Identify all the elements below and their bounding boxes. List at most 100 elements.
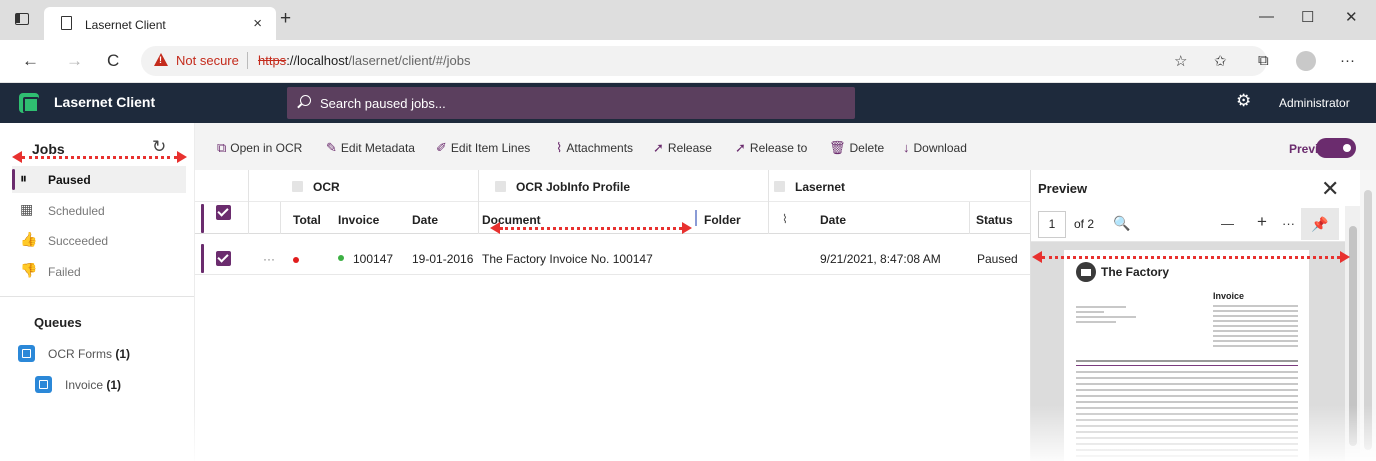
- document-heading: Invoice: [1213, 291, 1245, 301]
- document-text-line: [1076, 449, 1298, 451]
- row-more-menu[interactable]: ···: [263, 252, 275, 266]
- preview-toggle[interactable]: [1316, 138, 1356, 158]
- settings-gear-icon[interactable]: ⚙: [1236, 91, 1251, 111]
- minimize-button[interactable]: —: [1259, 8, 1274, 25]
- release-to-button[interactable]: ➚ Release to: [735, 140, 807, 156]
- selection-indicator: [201, 244, 204, 273]
- profile-avatar[interactable]: [1296, 51, 1316, 71]
- document-viewer: The Factory Invoice: [1031, 242, 1361, 461]
- row-checkbox[interactable]: [216, 251, 231, 266]
- zoom-in-button[interactable]: +: [1257, 212, 1267, 232]
- sidebar-item-failed[interactable]: 👎 Failed: [12, 258, 186, 285]
- column-divider: [969, 202, 970, 234]
- search-icon[interactable]: 🔍: [1113, 215, 1130, 232]
- column-status[interactable]: Status: [976, 213, 1013, 227]
- queue-ocr-forms[interactable]: OCR Forms (1): [18, 343, 178, 365]
- new-tab-button[interactable]: +: [280, 8, 291, 30]
- group-header-lasernet[interactable]: Lasernet: [773, 180, 845, 194]
- tab-actions-icon[interactable]: [15, 13, 29, 25]
- sidebar-item-succeeded[interactable]: 👍 Succeeded: [12, 227, 186, 254]
- refresh-icon[interactable]: ↻: [152, 137, 166, 157]
- document-text-line: [1213, 330, 1298, 332]
- page-number-input[interactable]: 1: [1038, 211, 1066, 238]
- column-resize-handle[interactable]: [695, 210, 697, 226]
- queue-cube-icon: [18, 345, 35, 362]
- not-secure-label[interactable]: Not secure: [176, 53, 239, 68]
- document-text-line: [1076, 419, 1298, 421]
- column-invoice[interactable]: Invoice: [338, 213, 379, 227]
- document-text-line: [1076, 413, 1298, 415]
- sidebar-resize-arrow: [12, 151, 187, 163]
- cell-status: Paused: [977, 252, 1018, 266]
- back-button[interactable]: ←: [22, 51, 39, 71]
- favorites-icon[interactable]: ✩: [1214, 52, 1227, 70]
- delete-button[interactable]: 🗑 Delete: [829, 140, 884, 156]
- edit-item-lines-button[interactable]: ✐ Edit Item Lines: [436, 140, 530, 156]
- document-text-line: [1076, 311, 1104, 313]
- selection-indicator: [201, 204, 204, 233]
- preview-resize-arrow: [1032, 251, 1350, 263]
- sidebar-divider: [0, 296, 194, 297]
- column-divider: [768, 170, 769, 234]
- collections-icon[interactable]: ⧉: [1258, 52, 1269, 69]
- preview-more-button[interactable]: ···: [1282, 216, 1295, 231]
- url-field[interactable]: Not secure https://localhost/lasernet/cl…: [141, 46, 1267, 76]
- tab-close-button[interactable]: ×: [253, 15, 262, 32]
- group-header-ocr[interactable]: OCR: [292, 180, 340, 194]
- column-divider: [280, 202, 281, 234]
- attachments-label: Attachments: [566, 141, 634, 155]
- column-folder[interactable]: Folder: [704, 213, 741, 227]
- document-text-line: [1076, 407, 1298, 409]
- table-row[interactable]: ··· 100147 19-01-2016 The Factory Invoic…: [195, 243, 1030, 275]
- cell-date: 19-01-2016: [412, 252, 474, 266]
- browser-tab-bar: Lasernet Client × + — ☐ ✕: [0, 0, 1376, 40]
- zoom-out-button[interactable]: —: [1221, 216, 1234, 231]
- document-text-line: [1076, 389, 1298, 391]
- preview-scrollbar[interactable]: [1345, 206, 1361, 461]
- warning-icon: [154, 53, 168, 66]
- release-button[interactable]: ➚ Release: [653, 140, 712, 156]
- document-company: The Factory: [1101, 265, 1170, 279]
- download-button[interactable]: ↓ Download: [903, 140, 967, 155]
- page-icon: [61, 16, 72, 30]
- column-lasernet-date[interactable]: Date: [820, 213, 846, 227]
- reload-button[interactable]: C: [107, 51, 119, 71]
- document-table-header: [1076, 360, 1298, 362]
- user-name[interactable]: Administrator: [1279, 96, 1350, 110]
- document-text-line: [1213, 340, 1298, 342]
- lasernet-logo-icon: [19, 93, 39, 113]
- browser-tab[interactable]: Lasernet Client ×: [44, 7, 276, 40]
- sidebar-item-paused[interactable]: ⏸ Paused: [12, 166, 186, 193]
- pin-icon[interactable]: 📌: [1301, 208, 1339, 240]
- release-label: Release: [667, 141, 712, 155]
- attachments-button[interactable]: ⌇ Attachments: [556, 140, 633, 156]
- column-date[interactable]: Date: [412, 213, 438, 227]
- maximize-button[interactable]: ☐: [1301, 8, 1314, 26]
- document-text-line: [1213, 315, 1298, 317]
- favorite-star-icon[interactable]: ☆: [1174, 52, 1187, 70]
- sidebar-item-label: Succeeded: [48, 234, 109, 248]
- invoice-status-dot: [338, 255, 344, 261]
- forward-button[interactable]: →: [66, 51, 83, 71]
- open-in-ocr-button[interactable]: ⧉ Open in OCR: [217, 140, 302, 156]
- document-text-line: [1213, 305, 1298, 307]
- search-input[interactable]: [320, 87, 840, 119]
- sidebar-item-scheduled[interactable]: ▦ Scheduled: [12, 197, 186, 224]
- queue-invoice[interactable]: Invoice (1): [35, 374, 175, 396]
- close-window-button[interactable]: ✕: [1345, 8, 1358, 26]
- edit-metadata-label: Edit Metadata: [340, 141, 415, 155]
- browser-menu-button[interactable]: ···: [1340, 52, 1355, 69]
- select-all-checkbox[interactable]: [216, 205, 231, 220]
- preview-close-button[interactable]: ✕: [1321, 176, 1339, 202]
- column-total[interactable]: Total: [293, 213, 321, 227]
- scrollbar-thumb[interactable]: [1349, 226, 1357, 446]
- scrollbar-thumb[interactable]: [1364, 190, 1372, 450]
- search-box[interactable]: [287, 87, 855, 119]
- url-text[interactable]: https://localhost/lasernet/client/#/jobs: [258, 53, 470, 68]
- edit-document-icon: ✐: [436, 140, 447, 155]
- thumbs-up-icon: 👍: [20, 231, 38, 247]
- page-scrollbar[interactable]: [1360, 170, 1376, 461]
- group-header-jobinfo[interactable]: OCR JobInfo Profile: [495, 180, 630, 194]
- edit-metadata-button[interactable]: ✎ Edit Metadata: [326, 140, 415, 156]
- url-protocol: https: [258, 53, 287, 68]
